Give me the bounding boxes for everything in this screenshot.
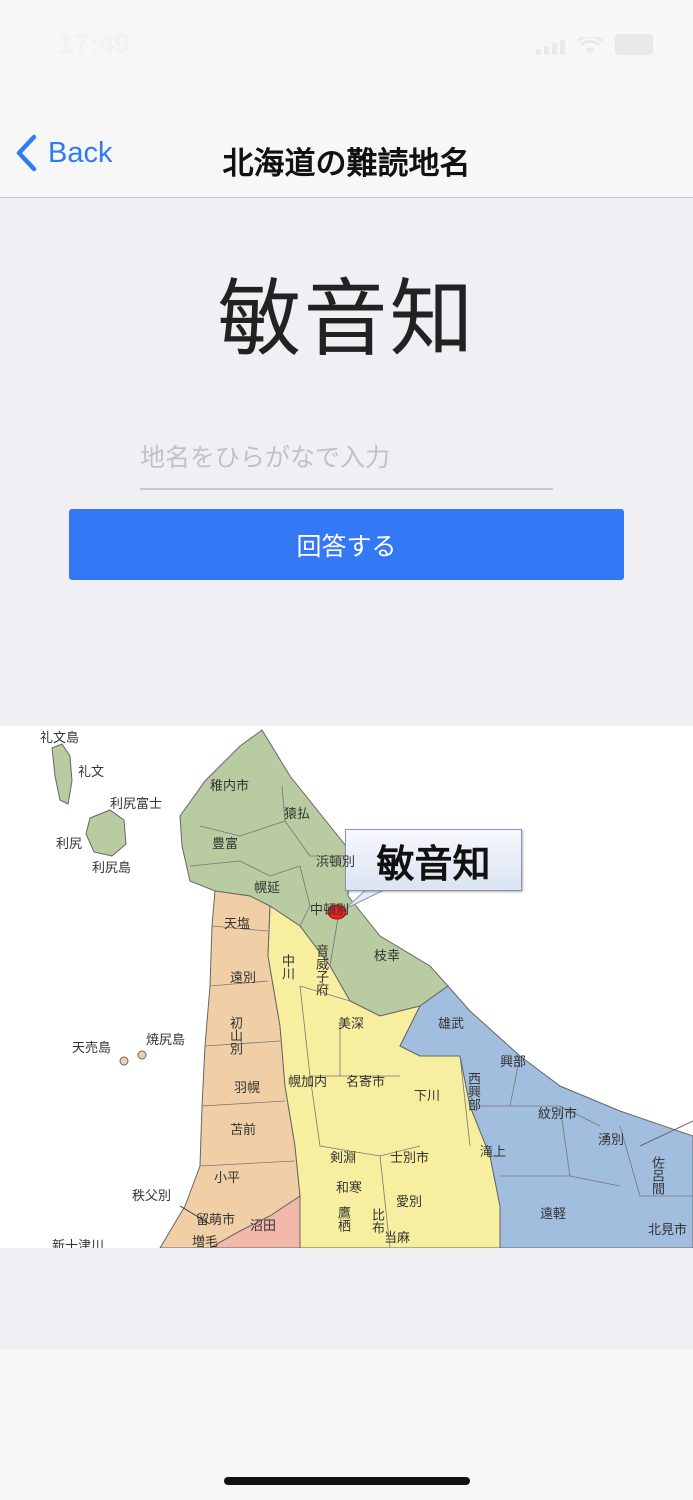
navigation-bar: Back 北海道の難読地名 [0,90,693,198]
map-label: 枝幸 [374,949,401,964]
map-label: 音威子府 [313,944,328,996]
map-label: 西興部 [465,1072,480,1111]
map-label: 遠別 [230,971,257,986]
yagishiri-island-shape [137,1050,147,1060]
hokkaido-map [51,729,693,1248]
map-label: 留萌市 [196,1213,236,1228]
wifi-icon [577,37,603,54]
map-label: 中頓別 [310,903,350,918]
map-label: 苫前 [230,1123,257,1138]
map-label: 遠軽 [540,1207,567,1222]
map-label: 稚内市 [210,779,250,794]
map-label: 新十津川 [52,1239,105,1248]
cellular-signal-icon [536,40,565,55]
answer-input-container [140,430,553,490]
map-label: 天売島 [72,1041,112,1056]
map-label: 湧別 [598,1133,625,1148]
status-bar: 17:49 [0,0,693,90]
map-label: 天塩 [224,917,251,932]
map-label: 滝上 [480,1145,507,1160]
home-indicator[interactable] [224,1477,470,1485]
map-label: 下川 [414,1089,441,1104]
map-label: 猿払 [284,807,311,822]
callout-pointer [344,887,389,910]
teuri-island-shape [119,1056,129,1066]
map-label: 羽幌 [234,1081,261,1096]
map-label: 豊富 [212,837,239,852]
map-label: 焼尻島 [146,1033,186,1048]
map-label: 美深 [338,1017,365,1032]
map-label: 浜頓別 [316,855,356,870]
rebun-island-shape [51,743,73,805]
map-label: 利尻 [56,837,83,852]
answer-input[interactable] [140,430,553,484]
map-label: 愛別 [396,1195,423,1210]
map-label: 幌加内 [288,1075,328,1090]
map-label: 和寒 [336,1181,363,1196]
map-callout: 敏音知 [345,829,522,891]
map-label: 中川 [279,954,294,980]
map-label: 礼文島 [40,731,80,746]
map-label: 名寄市 [346,1075,386,1090]
map-label: 鷹栖 [335,1206,350,1232]
map-label: 剣淵 [330,1151,357,1166]
map-label: 北見市 [648,1223,688,1238]
map-label: 利尻富士 [110,797,163,812]
rishiri-island-shape [85,809,127,857]
nav-title: 北海道の難読地名 [222,146,471,182]
map-label: 佐呂間 [649,1156,664,1195]
answer-button[interactable]: 回答する [69,509,624,580]
status-time: 17:49 [58,28,130,59]
map-label: 幌延 [254,881,281,896]
map-label: 紋別市 [538,1107,578,1122]
map-label: 士別市 [390,1151,430,1166]
map-label: 比布 [369,1208,384,1234]
quiz-word: 敏音知 [217,270,476,368]
map-label: 礼文 [78,765,105,780]
status-icons [536,34,653,55]
map-label: 初山別 [227,1016,242,1055]
map-label: 秩父別 [132,1189,172,1204]
map-image: 敏音知 礼文島 礼文 利尻富士 利尻 利尻島 稚内市 猿払 豊富 浜頓別 幌延 … [0,726,693,1248]
map-label: 沼田 [250,1219,277,1234]
map-label: 興部 [500,1055,527,1070]
map-label: 当麻 [384,1231,411,1246]
battery-icon [615,34,653,55]
map-label: 雄武 [438,1017,465,1032]
map-label: 利尻島 [92,861,132,876]
map-label: 増毛 [192,1235,219,1248]
map-label: 小平 [214,1171,241,1186]
